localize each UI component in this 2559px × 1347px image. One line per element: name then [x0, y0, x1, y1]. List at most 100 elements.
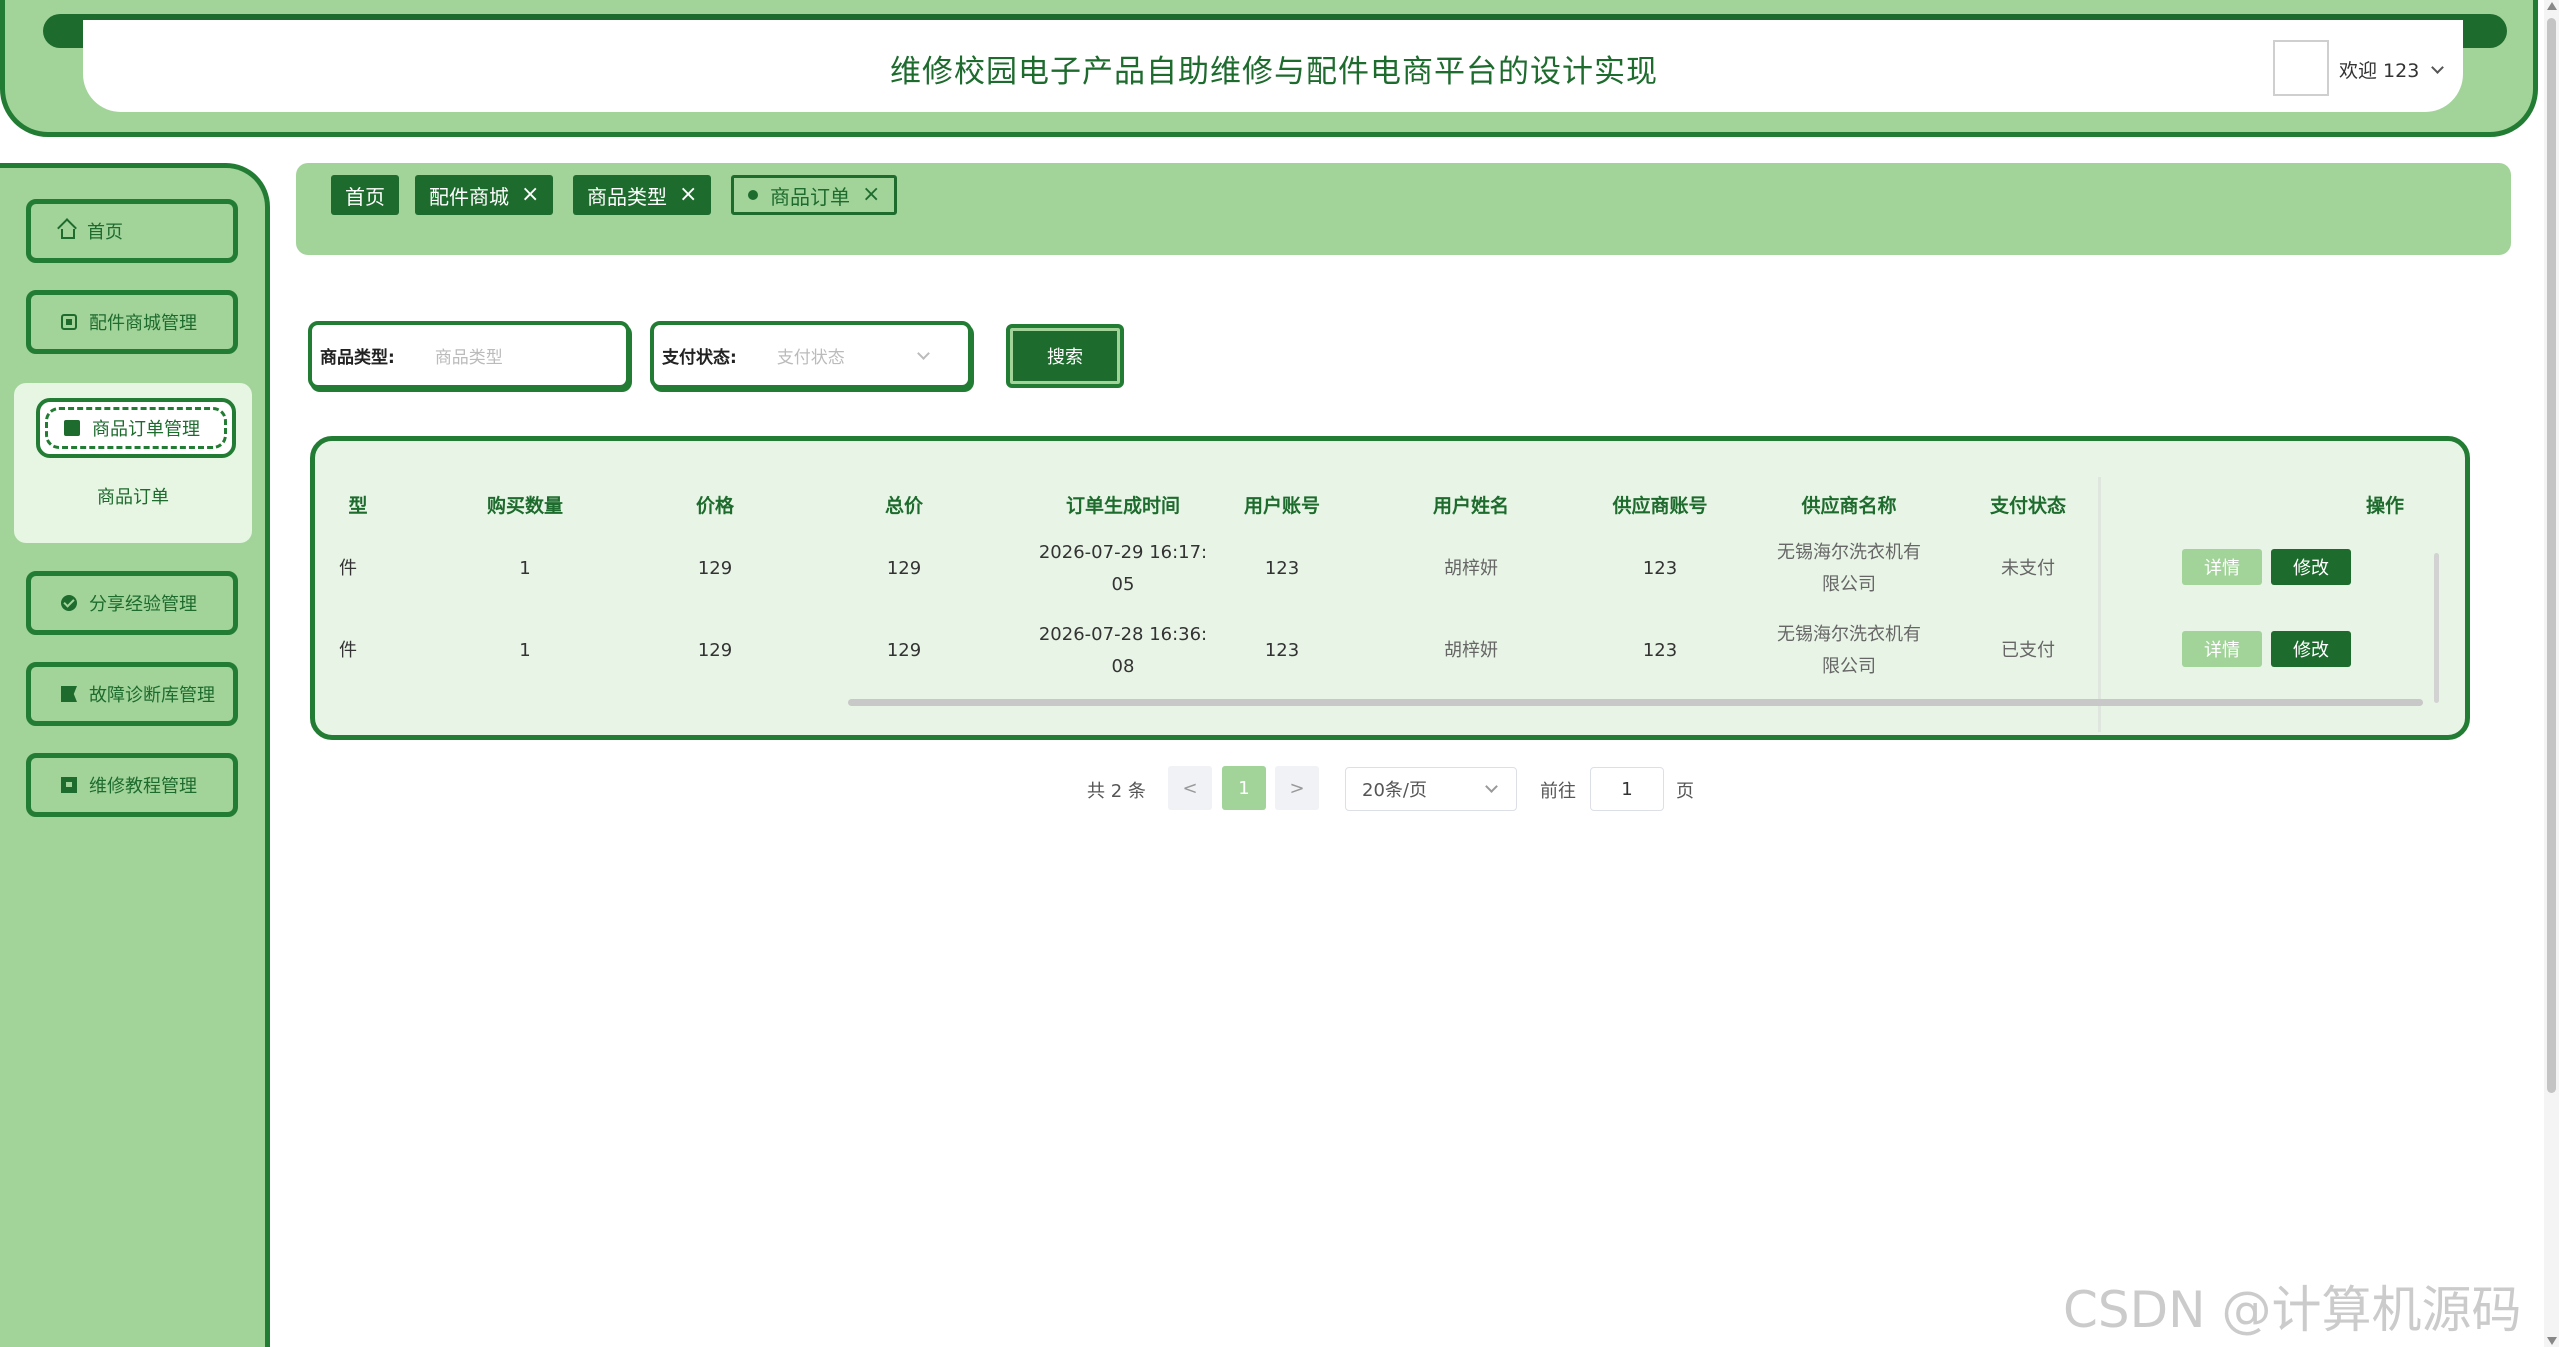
prev-page-button[interactable]: < — [1168, 766, 1212, 810]
site-title: 维修校园电子产品自助维修与配件电商平台的设计实现 — [890, 54, 1658, 90]
cell-account: 123 — [1264, 558, 1300, 579]
goto-page-input[interactable] — [1590, 767, 1664, 811]
sidebar-item-fault-library[interactable]: 故障诊断库管理 — [26, 662, 238, 726]
close-icon[interactable]: × — [862, 184, 880, 206]
page-unit-label: 页 — [1676, 781, 1694, 802]
scrollbar-thumb[interactable] — [2547, 18, 2556, 1093]
close-icon[interactable]: × — [679, 184, 697, 206]
cell-price: 129 — [697, 640, 733, 661]
flag-icon — [61, 686, 77, 702]
chip-icon — [61, 314, 77, 330]
sidebar-item-experience[interactable]: 分享经验管理 — [26, 571, 238, 635]
cell-supplier-account: 123 — [1642, 640, 1678, 661]
column-divider — [2098, 477, 2101, 732]
chevron-down-icon — [917, 347, 930, 360]
top-header: 维修校园电子产品自助维修与配件电商平台的设计实现 欢迎 123 — [0, 0, 2538, 137]
sidebar-group-orders: 商品订单管理 商品订单 — [14, 383, 252, 543]
horizontal-scrollbar[interactable] — [848, 699, 2423, 706]
tab-label: 商品订单 — [770, 184, 850, 209]
edit-button[interactable]: 修改 — [2271, 631, 2351, 667]
watermark: CSDN @计算机源码站 — [2063, 1281, 2522, 1339]
cell-name: 胡梓妍 — [1444, 558, 1498, 579]
doc-icon — [61, 777, 77, 793]
active-dot-icon — [748, 190, 758, 200]
sidebar-item-tutorials[interactable]: 维修教程管理 — [26, 753, 238, 817]
detail-button[interactable]: 详情 — [2182, 631, 2262, 667]
book-icon — [64, 420, 80, 436]
cell-type: 件 — [339, 558, 357, 579]
scroll-up-arrow-icon[interactable] — [2547, 2, 2557, 10]
column-header: 供应商名称 — [1801, 495, 1897, 517]
page-number-current[interactable]: 1 — [1222, 766, 1266, 810]
product-type-label: 商品类型: — [320, 347, 395, 368]
chevron-down-icon — [1485, 780, 1498, 793]
cell-supplier-line2: 限公司 — [1822, 574, 1876, 595]
tab-label: 配件商城 — [429, 184, 509, 209]
column-header: 用户账号 — [1243, 495, 1320, 517]
sidebar-item-label: 商品订单管理 — [92, 419, 200, 440]
tab-label: 商品类型 — [587, 184, 667, 209]
cell-quantity: 1 — [519, 558, 531, 579]
column-header: 供应商账号 — [1612, 495, 1708, 517]
home-icon — [61, 229, 75, 239]
tab-home[interactable]: 首页 — [331, 175, 399, 215]
user-avatar[interactable] — [2273, 40, 2329, 96]
cell-total: 129 — [886, 558, 922, 579]
tab-label: 首页 — [345, 184, 385, 209]
search-button[interactable]: 搜索 — [1006, 324, 1124, 388]
sidebar-item-label: 首页 — [87, 222, 123, 243]
app-page: 维修校园电子产品自助维修与配件电商平台的设计实现 欢迎 123 首页 配件商城管… — [0, 0, 2559, 1347]
cell-supplier-line2: 限公司 — [1822, 656, 1876, 677]
cell-quantity: 1 — [519, 640, 531, 661]
sidebar-item-orders[interactable]: 商品订单管理 — [36, 398, 236, 458]
vertical-scrollbar[interactable] — [2434, 553, 2439, 703]
column-header: 价格 — [695, 495, 734, 517]
cell-price: 129 — [697, 558, 733, 579]
cell-supplier-line1: 无锡海尔洗衣机有 — [1777, 624, 1921, 645]
sidebar-item-label: 配件商城管理 — [89, 313, 197, 334]
cell-type: 件 — [339, 640, 357, 661]
pay-status-select[interactable]: 支付状态: 支付状态 — [650, 321, 972, 389]
sidebar-item-parts-mall[interactable]: 配件商城管理 — [26, 290, 238, 354]
check-circle-icon — [61, 595, 77, 611]
goto-label: 前往 — [1540, 781, 1576, 802]
page-size-value: 20条/页 — [1362, 780, 1427, 801]
user-menu[interactable]: 欢迎 123 — [2339, 56, 2445, 83]
sidebar-item-label: 故障诊断库管理 — [89, 685, 215, 706]
column-header: 购买数量 — [486, 495, 563, 517]
edit-button[interactable]: 修改 — [2271, 549, 2351, 585]
sidebar-item-home[interactable]: 首页 — [26, 199, 238, 263]
cell-pay-status: 已支付 — [2001, 640, 2055, 661]
pay-status-placeholder: 支付状态 — [776, 347, 845, 368]
cell-supplier-line1: 无锡海尔洗衣机有 — [1777, 542, 1921, 563]
product-type-placeholder: 商品类型 — [434, 347, 503, 368]
close-icon[interactable]: × — [521, 184, 539, 206]
page-size-select[interactable]: 20条/页 — [1345, 767, 1517, 811]
tab-parts-mall[interactable]: 配件商城 × — [415, 175, 554, 215]
tab-product-type[interactable]: 商品类型 × — [573, 175, 712, 215]
cell-supplier-account: 123 — [1642, 558, 1678, 579]
cell-pay-status: 未支付 — [2001, 558, 2055, 579]
sidebar: 首页 配件商城管理 商品订单管理 商品订单 分享经验管理 故障诊断库管理 维修教… — [0, 163, 270, 1347]
detail-button[interactable]: 详情 — [2182, 549, 2262, 585]
cell-name: 胡梓妍 — [1444, 640, 1498, 661]
sidebar-item-label: 维修教程管理 — [89, 776, 197, 797]
page-scrollbar[interactable] — [2544, 0, 2559, 1347]
cell-account: 123 — [1264, 640, 1300, 661]
next-page-button[interactable]: > — [1275, 766, 1319, 810]
column-header: 操作 — [2365, 495, 2404, 517]
cell-total: 129 — [886, 640, 922, 661]
welcome-text: 欢迎 123 — [2339, 60, 2420, 82]
sidebar-item-label: 分享经验管理 — [89, 594, 197, 615]
tab-product-orders[interactable]: 商品订单 × — [731, 175, 898, 215]
submenu-item-orders[interactable]: 商品订单 — [14, 483, 252, 509]
pay-status-label: 支付状态: — [662, 347, 737, 368]
pagination-total: 共 2 条 — [1087, 781, 1146, 802]
column-header: 支付状态 — [1989, 495, 2066, 517]
chevron-down-icon — [2431, 60, 2445, 74]
product-type-field[interactable]: 商品类型: 商品类型 — [308, 321, 630, 389]
tabs-bar: 首页 配件商城 × 商品类型 × 商品订单 × — [296, 163, 2511, 255]
column-header: 用户姓名 — [1432, 495, 1509, 517]
column-header: 总价 — [884, 495, 923, 517]
column-header: 型 — [348, 495, 368, 517]
